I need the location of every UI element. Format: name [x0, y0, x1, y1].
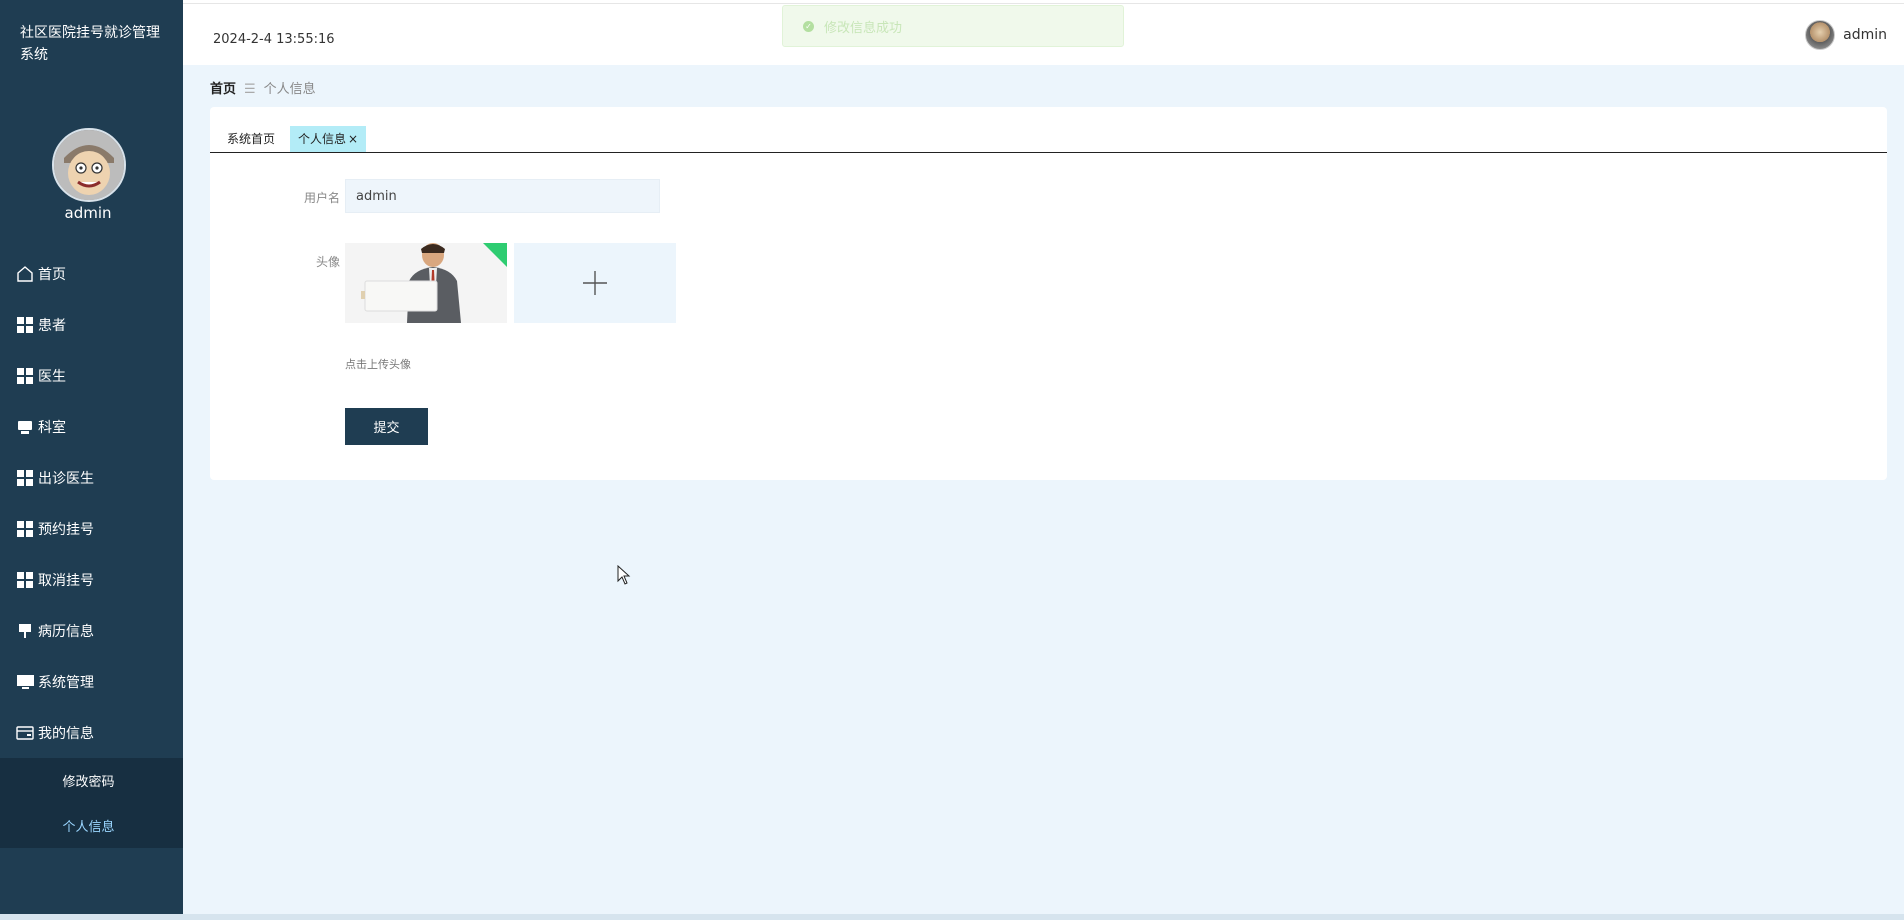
sidebar: 社区医院挂号就诊管理系统 admin 首页 患者 医生 科室 出诊医生 预约挂号…: [0, 0, 183, 916]
menu-lines-icon: ☰: [244, 82, 256, 97]
pin-icon: [16, 622, 34, 640]
header-username: admin: [1843, 27, 1887, 43]
sidebar-item-label: 我的信息: [38, 725, 94, 742]
tab-label: 系统首页: [227, 132, 276, 146]
cartoon-face-icon: [54, 130, 124, 200]
sidebar-item-home[interactable]: 首页: [0, 248, 183, 299]
success-toast: ✓ 修改信息成功: [782, 5, 1124, 47]
breadcrumb: 首页 ☰ 个人信息: [210, 78, 316, 97]
sidebar-avatar: [52, 128, 126, 202]
breadcrumb-current: 个人信息: [263, 82, 316, 97]
avatar-preview[interactable]: [345, 243, 507, 323]
sidebar-menu: 首页 患者 医生 科室 出诊医生 预约挂号 取消挂号 病历信息 系统管理 我的信…: [0, 248, 183, 848]
sidebar-item-label: 首页: [38, 266, 66, 283]
system-title: 社区医院挂号就诊管理系统: [20, 25, 160, 63]
upload-hint: 点击上传头像: [345, 358, 411, 371]
sidebar-item-visiting-doctors[interactable]: 出诊医生: [0, 452, 183, 503]
sidebar-item-label: 出诊医生: [38, 470, 94, 487]
plus-icon: [583, 271, 607, 295]
home-icon: [16, 265, 34, 283]
avatar-label: 头像: [315, 255, 340, 269]
submenu-item-change-password[interactable]: 修改密码: [0, 758, 183, 803]
sidebar-item-label: 系统管理: [38, 674, 94, 691]
sidebar-item-medical-records[interactable]: 病历信息: [0, 605, 183, 656]
close-icon[interactable]: ×: [348, 132, 358, 146]
content-card: 系统首页 个人信息× 用户名 头像 点击上传头像 提交: [210, 107, 1887, 480]
grid-icon: [16, 367, 34, 385]
sidebar-submenu: 修改密码 个人信息: [0, 758, 183, 848]
sidebar-item-appointments[interactable]: 预约挂号: [0, 503, 183, 554]
header-datetime: 2024-2-4 13:55:16: [213, 32, 335, 47]
grid-icon: [16, 469, 34, 487]
success-corner-badge: [483, 243, 507, 267]
sidebar-item-label: 病历信息: [38, 623, 94, 640]
breadcrumb-home[interactable]: 首页: [210, 82, 236, 97]
grid-icon: [16, 571, 34, 589]
mouse-cursor-icon: [617, 564, 631, 589]
sidebar-item-label: 医生: [38, 368, 66, 385]
tab-bar: 系统首页 个人信息 ×: [210, 125, 1887, 153]
sidebar-item-system-management[interactable]: 系统管理: [0, 656, 183, 707]
submenu-item-personal-info[interactable]: 个人信息: [0, 803, 183, 848]
username-label: 用户名: [303, 191, 340, 205]
sidebar-item-label: 预约挂号: [38, 521, 94, 538]
submit-button[interactable]: 提交: [345, 408, 428, 445]
check-circle-icon: ✓: [803, 20, 814, 32]
tab-system-home[interactable]: 系统首页: [219, 126, 283, 152]
tab-personal-info[interactable]: 个人信息 ×: [290, 126, 367, 152]
avatar: [1805, 20, 1836, 50]
sidebar-item-label: 科室: [38, 419, 66, 436]
sidebar-item-my-info[interactable]: 我的信息: [0, 707, 183, 758]
sidebar-item-doctors[interactable]: 医生: [0, 350, 183, 401]
window-bottom-edge: [0, 914, 1904, 920]
card-icon: [16, 724, 34, 742]
grid-icon: [16, 520, 34, 538]
sidebar-item-label: 取消挂号: [38, 572, 94, 589]
sidebar-item-departments[interactable]: 科室: [0, 401, 183, 452]
header-user-menu[interactable]: admin: [1805, 20, 1887, 50]
tab-label: 个人信息: [298, 132, 347, 146]
printer-icon: [16, 418, 34, 436]
sidebar-item-patients[interactable]: 患者: [0, 299, 183, 350]
monitor-icon: [16, 673, 34, 691]
upload-avatar-button[interactable]: [514, 243, 676, 323]
username-field[interactable]: [345, 179, 660, 213]
grid-icon: [16, 316, 34, 334]
sidebar-item-label: 患者: [38, 317, 66, 334]
toast-message: 修改信息成功: [824, 20, 903, 36]
sidebar-item-cancel-appointments[interactable]: 取消挂号: [0, 554, 183, 605]
sidebar-username: admin: [64, 204, 112, 222]
